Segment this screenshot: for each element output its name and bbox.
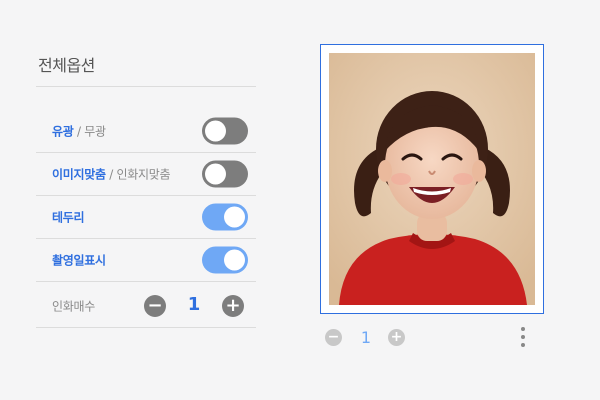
minus-icon[interactable]: − <box>325 329 342 346</box>
photo-quantity-stepper: − 1 + <box>325 328 407 347</box>
toggle-knob <box>205 163 226 185</box>
panel-title: 전체옵션 <box>38 56 95 75</box>
dot <box>521 327 525 331</box>
option-border-row: 테두리 <box>36 196 256 239</box>
option-fit-label: 이미지맞춤 / 인화지맞춤 <box>52 166 170 183</box>
toggle-knob <box>224 206 245 228</box>
photo-quantity-value: 1 <box>360 328 372 347</box>
gloss-off-label: 무광 <box>84 124 106 139</box>
photo-card[interactable] <box>320 44 544 314</box>
fit-on-label: 이미지맞춤 <box>52 167 106 182</box>
fit-toggle[interactable] <box>202 160 248 188</box>
minus-icon[interactable]: − <box>144 295 166 317</box>
more-vertical-icon[interactable] <box>516 326 530 350</box>
gloss-toggle[interactable] <box>202 117 248 145</box>
option-quantity-row: 인화매수 − 1 + <box>36 285 256 328</box>
option-date-label: 촬영일표시 <box>52 252 106 269</box>
quantity-value: 1 <box>187 294 201 315</box>
date-toggle[interactable] <box>202 246 248 274</box>
fit-off-label: 인화지맞춤 <box>116 167 171 182</box>
plus-icon[interactable]: + <box>388 329 405 346</box>
option-fit-row: 이미지맞춤 / 인화지맞춤 <box>36 153 256 196</box>
child-photo-illustration <box>329 53 535 305</box>
quantity-stepper: − 1 + <box>144 294 244 317</box>
toggle-knob <box>205 120 226 142</box>
divider <box>36 86 256 87</box>
border-toggle[interactable] <box>202 203 248 231</box>
plus-icon[interactable]: + <box>222 295 244 317</box>
option-date-row: 촬영일표시 <box>36 239 256 282</box>
option-gloss-label: 유광 / 무광 <box>52 123 106 140</box>
border-label: 테두리 <box>52 210 85 225</box>
option-border-label: 테두리 <box>52 209 85 226</box>
dot <box>521 343 525 347</box>
label-separator: / <box>77 124 81 139</box>
gloss-on-label: 유광 <box>52 124 74 139</box>
label-separator: / <box>109 167 113 182</box>
quantity-label: 인화매수 <box>52 299 95 314</box>
dot <box>521 335 525 339</box>
toggle-knob <box>224 249 245 271</box>
date-label: 촬영일표시 <box>52 253 106 268</box>
photo-image <box>329 53 535 305</box>
option-gloss-row: 유광 / 무광 <box>36 110 256 153</box>
